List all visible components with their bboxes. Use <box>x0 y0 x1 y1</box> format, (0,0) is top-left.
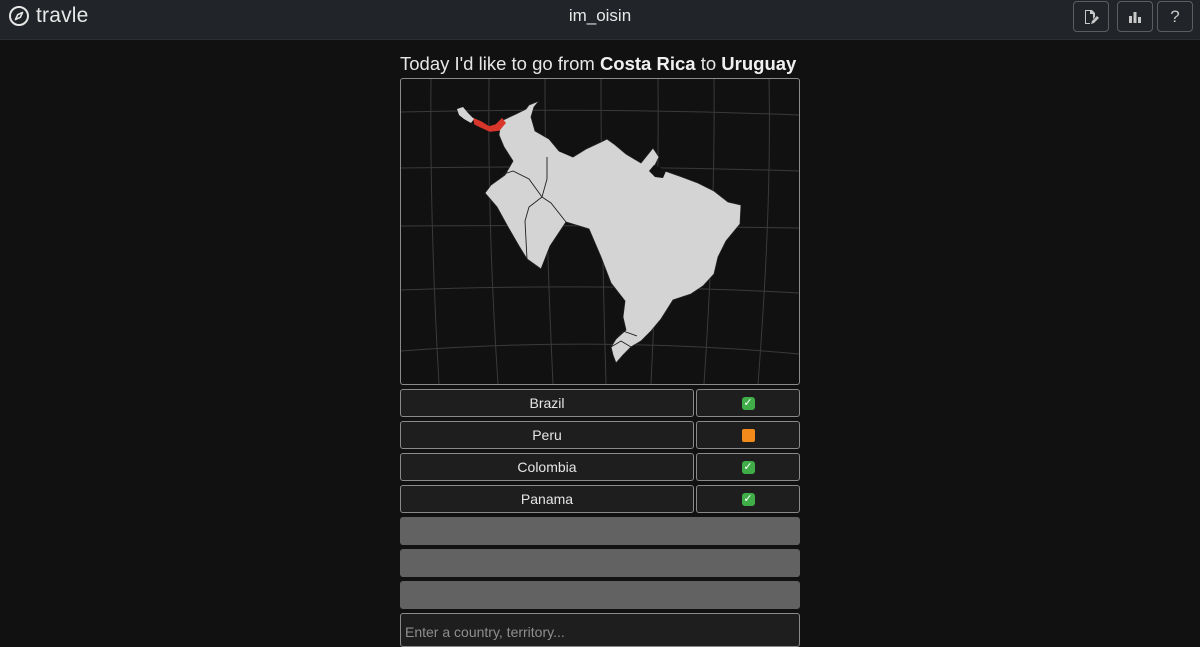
guess-row: Colombia ✓ <box>400 453 800 481</box>
guess-row: Peru <box>400 421 800 449</box>
check-icon: ✓ <box>741 396 755 410</box>
guess-result: ✓ <box>696 453 800 481</box>
start-country-highlight <box>472 117 506 132</box>
empty-guess-slot <box>400 517 800 545</box>
guess-country[interactable]: Panama <box>400 485 694 513</box>
top-bar: travle im_oisin ? <box>0 0 1200 40</box>
guess-country[interactable]: Brazil <box>400 389 694 417</box>
guess-row: Brazil ✓ <box>400 389 800 417</box>
question-icon: ? <box>1170 6 1180 26</box>
country-input[interactable] <box>400 613 800 647</box>
username: im_oisin <box>568 6 632 25</box>
origin-country: Costa Rica <box>599 53 696 74</box>
route-map[interactable] <box>400 78 800 385</box>
guess-country[interactable]: Peru <box>400 421 694 449</box>
prompt-middle: to <box>695 53 722 74</box>
help-button[interactable]: ? <box>1157 1 1193 32</box>
prompt-prefix: Today I'd like to go from <box>400 53 600 74</box>
destination-country: Uruguay <box>721 53 797 74</box>
guess-result: ✓ <box>696 485 800 513</box>
check-icon: ✓ <box>741 492 755 506</box>
empty-guess-slot <box>400 549 800 577</box>
map-canvas[interactable] <box>401 79 799 384</box>
guess-country[interactable]: Colombia <box>400 453 694 481</box>
bar-chart-icon <box>1129 11 1141 23</box>
continent <box>484 100 742 364</box>
stats-button[interactable] <box>1117 1 1153 32</box>
guess-result <box>696 421 800 449</box>
guess-row: Panama ✓ <box>400 485 800 513</box>
edit-button[interactable] <box>1073 1 1109 32</box>
orange-square-icon <box>741 428 755 442</box>
central-america-fragment <box>457 107 474 123</box>
puzzle-prompt: Today I'd like to go from Costa Rica to … <box>400 52 801 76</box>
check-icon: ✓ <box>741 460 755 474</box>
empty-guess-slot <box>400 581 800 609</box>
edit-note-icon <box>1085 9 1099 24</box>
guess-result: ✓ <box>696 389 800 417</box>
